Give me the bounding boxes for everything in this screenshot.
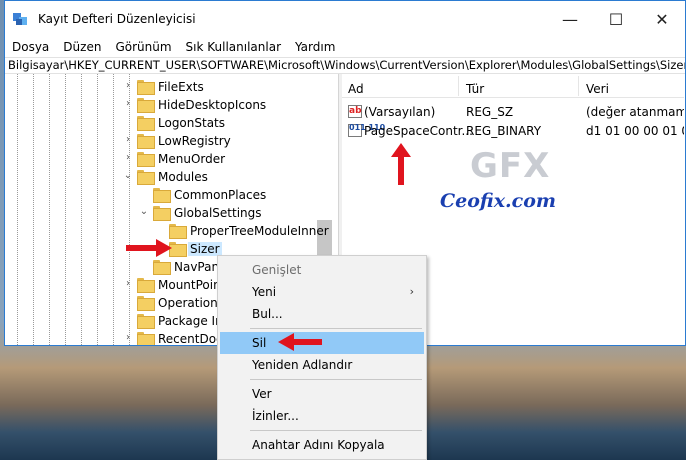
- tree-item[interactable]: ⌄ GlobalSettings: [5, 204, 335, 222]
- window-controls: — ☐ ✕: [547, 1, 685, 37]
- folder-icon: [153, 188, 171, 203]
- tree-item-label: Sizer: [188, 242, 222, 256]
- context-menu: Genişlet Yeni › Bul... Sil Yeniden Adlandır Ve…: [217, 255, 427, 460]
- folder-icon: [137, 134, 155, 149]
- tree-item[interactable]: › HideDesktopIcons: [5, 96, 335, 114]
- tree-item-label: LogonStats: [158, 116, 226, 130]
- tree-item[interactable]: LogonStats: [5, 114, 335, 132]
- tree-item[interactable]: ⌄ Modules: [5, 168, 335, 186]
- folder-icon: [137, 296, 155, 311]
- folder-icon: [169, 224, 187, 239]
- menu-help[interactable]: Yardım: [288, 40, 342, 54]
- context-menu-item-label: Genişlet: [252, 263, 302, 277]
- chevron-right-icon[interactable]: ›: [123, 134, 133, 145]
- address-bar[interactable]: Bilgisayar\HKEY_CURRENT_USER\SOFTWARE\Mi…: [5, 57, 685, 74]
- context-menu-item-label: Bul...: [252, 307, 283, 321]
- context-menu-item-label: İzinler...: [252, 409, 299, 423]
- menu-file[interactable]: Dosya: [5, 40, 56, 54]
- folder-icon: [153, 206, 171, 221]
- menu-view[interactable]: Görünüm: [108, 40, 178, 54]
- tree-item[interactable]: › LowRegistry: [5, 132, 335, 150]
- watermark-gfx-text: GFX: [470, 146, 551, 186]
- value-row[interactable]: ab (Varsayılan) REG_SZ (değer atanmamış): [342, 103, 684, 122]
- context-menu-item: Genişlet: [220, 259, 424, 281]
- tree-item[interactable]: › MenuOrder: [5, 150, 335, 168]
- binary-value-icon: 011 110: [348, 124, 385, 137]
- annotation-up-arrow-icon: [391, 143, 411, 185]
- chevron-down-icon[interactable]: ⌄: [139, 206, 149, 217]
- value-type: REG_BINARY: [466, 124, 542, 138]
- regedit-app-icon: [13, 11, 29, 27]
- context-menu-item[interactable]: Anahtar Adını Kopyala: [220, 434, 424, 456]
- folder-icon: [153, 260, 171, 275]
- tree-item-label: MenuOrder: [158, 152, 226, 166]
- folder-icon: [137, 80, 155, 95]
- context-menu-item-label: Yeniden Adlandır: [252, 358, 353, 372]
- tree-item[interactable]: ProperTreeModuleInner: [5, 222, 335, 240]
- folder-icon: [137, 314, 155, 329]
- chevron-right-icon[interactable]: ›: [123, 332, 133, 343]
- maximize-button[interactable]: ☐: [593, 1, 639, 37]
- folder-icon: [137, 116, 155, 131]
- value-data: (değer atanmamış): [586, 105, 684, 119]
- value-type: REG_SZ: [466, 105, 514, 119]
- annotation-right-arrow-icon: [126, 239, 172, 257]
- value-data: d1 01 00 00 01 00 0: [586, 124, 684, 138]
- context-menu-item-label: Yeni: [252, 285, 277, 299]
- chevron-right-icon[interactable]: ›: [123, 152, 133, 163]
- tree-item-label: CommonPlaces: [174, 188, 267, 202]
- ceofix-watermark: GFX Ceofix.com: [434, 146, 574, 216]
- tree-item-label: LowRegistry: [158, 134, 231, 148]
- folder-icon: [137, 332, 155, 345]
- list-header: Ad Tür Veri: [342, 74, 684, 98]
- context-menu-item[interactable]: İzinler...: [220, 405, 424, 427]
- menu-separator: [250, 328, 422, 329]
- title-bar[interactable]: Kayıt Defteri Düzenleyicisi — ☐ ✕: [5, 1, 685, 37]
- context-menu-item-label: Sil: [252, 336, 267, 350]
- chevron-right-icon[interactable]: ›: [123, 98, 133, 109]
- value-name: PageSpaceContr...: [364, 124, 473, 138]
- watermark-site-text: Ceofix.com: [440, 190, 556, 212]
- context-menu-item[interactable]: Yeniden Adlandır: [220, 354, 424, 376]
- folder-icon: [137, 98, 155, 113]
- minimize-button[interactable]: —: [547, 1, 593, 37]
- column-header-data[interactable]: Veri: [586, 82, 609, 96]
- chevron-right-icon: ›: [409, 285, 414, 298]
- string-value-icon: ab: [348, 105, 362, 118]
- folder-icon: [137, 278, 155, 293]
- value-name: (Varsayılan): [364, 105, 436, 119]
- context-menu-item[interactable]: Sil: [220, 332, 424, 354]
- context-menu-item-label: Ver: [252, 387, 272, 401]
- column-header-type[interactable]: Tür: [466, 82, 484, 96]
- folder-icon: [137, 152, 155, 167]
- menu-favorites[interactable]: Sık Kullanılanlar: [179, 40, 288, 54]
- chevron-right-icon[interactable]: ›: [123, 278, 133, 289]
- menu-bar: Dosya Düzen Görünüm Sık Kullanılanlar Ya…: [5, 37, 685, 56]
- context-menu-item[interactable]: Ver: [220, 383, 424, 405]
- tree-item[interactable]: CommonPlaces: [5, 186, 335, 204]
- tree-item-label: Modules: [158, 170, 208, 184]
- chevron-down-icon[interactable]: ⌄: [123, 170, 133, 181]
- tree-item[interactable]: › FileExts: [5, 78, 335, 96]
- tree-item-label: FileExts: [158, 80, 204, 94]
- annotation-left-arrow-icon: [278, 333, 322, 351]
- close-button[interactable]: ✕: [639, 1, 685, 37]
- menu-separator: [250, 430, 422, 431]
- context-menu-item[interactable]: Bul...: [220, 303, 424, 325]
- menu-separator: [250, 379, 422, 380]
- tree-item-label: ProperTreeModuleInner: [190, 224, 329, 238]
- tree-item-label: GlobalSettings: [174, 206, 262, 220]
- tree-item-label: HideDesktopIcons: [158, 98, 267, 112]
- column-header-name[interactable]: Ad: [348, 82, 364, 96]
- menu-edit[interactable]: Düzen: [56, 40, 108, 54]
- chevron-right-icon[interactable]: ›: [123, 80, 133, 91]
- context-menu-item[interactable]: Yeni ›: [220, 281, 424, 303]
- value-row[interactable]: 011 110 PageSpaceContr... REG_BINARY d1 …: [342, 122, 684, 141]
- context-menu-item-label: Anahtar Adını Kopyala: [252, 438, 385, 452]
- folder-icon: [137, 170, 155, 185]
- window-title: Kayıt Defteri Düzenleyicisi: [38, 12, 196, 26]
- desktop-background: Kayıt Defteri Düzenleyicisi — ☐ ✕ Dosya …: [0, 0, 686, 460]
